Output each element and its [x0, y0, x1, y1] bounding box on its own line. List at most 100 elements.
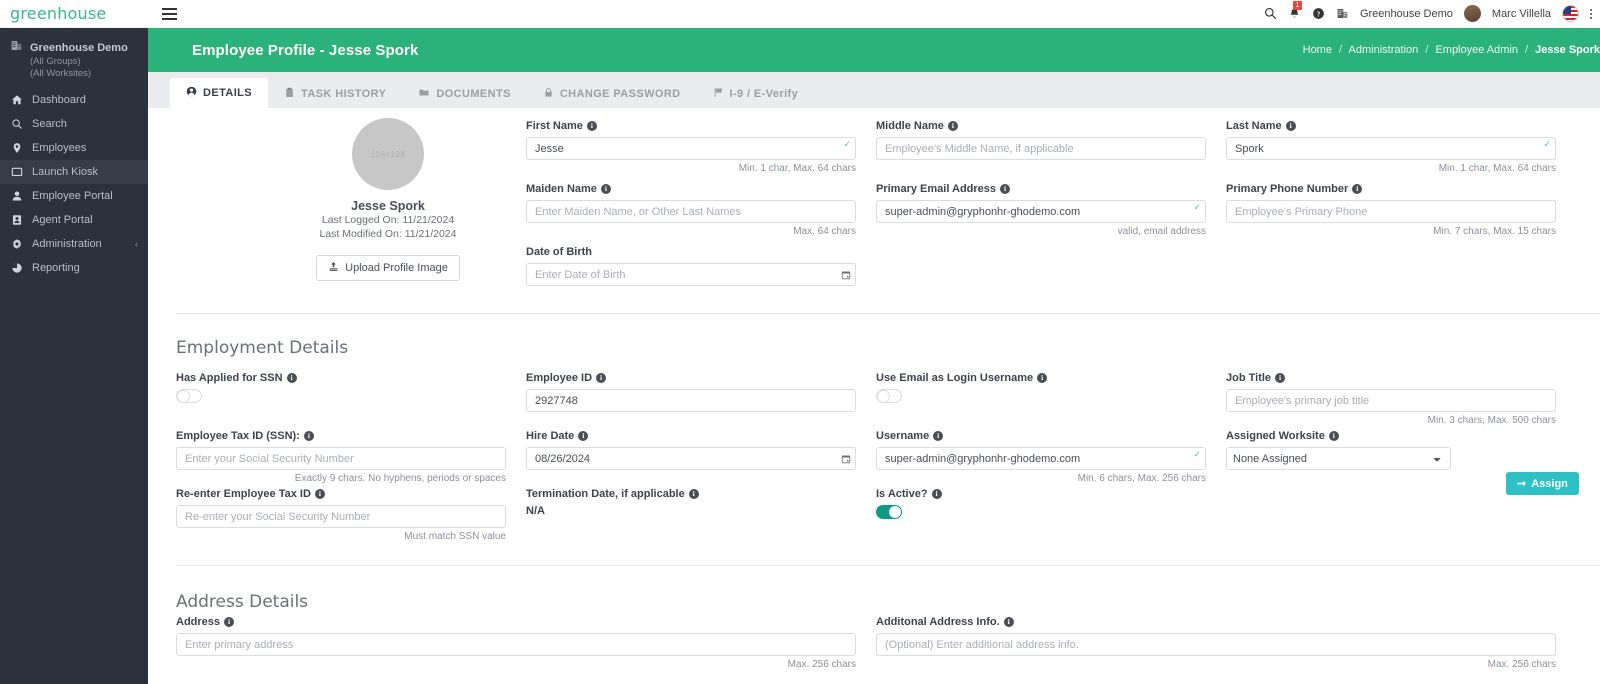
info-icon[interactable]: i — [1275, 373, 1286, 383]
employee-id-input[interactable] — [526, 389, 856, 412]
job-title-input[interactable] — [1226, 389, 1556, 412]
breadcrumb-item-employee-admin[interactable]: Employee Admin — [1435, 44, 1518, 56]
map-pin-icon — [10, 142, 23, 154]
org-name-label[interactable]: Greenhouse Demo — [1360, 8, 1453, 20]
primary-phone-input[interactable] — [1226, 200, 1556, 223]
user-icon — [10, 190, 23, 202]
folder-icon — [418, 87, 430, 101]
calendar-icon[interactable] — [836, 447, 856, 470]
sidebar-item-dashboard[interactable]: Dashboard — [0, 88, 148, 112]
assigned-worksite-label: Assigned Worksite i — [1226, 430, 1451, 442]
sidebar-org-block[interactable]: Greenhouse Demo (All Groups) (All Worksi… — [0, 28, 148, 88]
info-icon[interactable]: i — [933, 431, 944, 441]
chevron-left-icon[interactable]: ‹ — [135, 239, 138, 249]
sidebar-item-agent-portal[interactable]: Agent Portal — [0, 208, 148, 232]
assigned-worksite-field: Assigned Worksite i None Assigned — [1226, 430, 1451, 470]
profile-name: Jesse Spork — [351, 199, 425, 213]
info-icon[interactable]: i — [1285, 121, 1296, 131]
sidebar-item-employee-portal[interactable]: Employee Portal — [0, 184, 148, 208]
job-title-hint: Min. 3 chars, Max. 500 chars — [1427, 415, 1556, 426]
address-input[interactable] — [176, 633, 856, 656]
help-circle-icon[interactable]: ? — [1312, 7, 1325, 20]
assign-button[interactable]: ➞ Assign — [1506, 472, 1579, 495]
info-icon[interactable]: i — [1352, 184, 1363, 194]
breadcrumb-separator: / — [1339, 44, 1343, 56]
info-icon[interactable]: i — [947, 121, 958, 131]
sidebar-item-reporting[interactable]: Reporting — [0, 256, 148, 280]
maiden-name-label: Maiden Name i — [526, 183, 856, 195]
breadcrumb-item-home[interactable]: Home — [1303, 44, 1332, 56]
middle-name-input[interactable] — [876, 137, 1206, 160]
has-applied-ssn-label: Has Applied for SSN i — [176, 372, 476, 384]
job-title-field: Job Title i Min. 3 chars, Max. 500 chars — [1226, 372, 1556, 426]
app-logo[interactable]: greenhouse — [0, 4, 148, 23]
info-icon[interactable]: i — [600, 184, 611, 194]
top-bar-actions: 1 ? Greenhouse Demo Marc Villella — [1264, 0, 1600, 28]
id-card-icon — [10, 214, 23, 226]
profile-image-placeholder: 128×128 — [352, 118, 424, 190]
tab-documents[interactable]: DOCUMENTS — [402, 80, 527, 108]
tab-label: DOCUMENTS — [436, 88, 511, 100]
us-flag-icon[interactable] — [1562, 5, 1579, 22]
reenter-tax-id-input[interactable] — [176, 505, 506, 528]
maiden-name-input[interactable] — [526, 200, 856, 223]
tab-details[interactable]: DETAILS — [170, 78, 269, 108]
additional-address-label: Additonal Address Info. i — [876, 616, 1556, 628]
tab-change-password[interactable]: CHANGE PASSWORD — [527, 80, 697, 108]
info-icon[interactable]: i — [224, 617, 235, 627]
is-active-label: Is Active? i — [876, 488, 1206, 500]
info-icon[interactable]: i — [1000, 184, 1011, 194]
sidebar-item-label: Search — [32, 118, 67, 130]
calendar-icon[interactable] — [836, 263, 856, 286]
additional-address-input[interactable] — [876, 633, 1556, 656]
more-vertical-icon[interactable] — [1590, 8, 1592, 19]
info-icon[interactable]: i — [303, 431, 314, 441]
first-name-input[interactable] — [526, 137, 856, 160]
info-icon[interactable]: i — [1003, 617, 1014, 627]
use-email-login-field: Use Email as Login Username i — [876, 372, 1206, 403]
first-name-hint: Min. 1 char, Max. 64 chars — [738, 163, 856, 174]
tab-task-history[interactable]: TASK HISTORY — [268, 80, 402, 108]
info-icon[interactable]: i — [286, 373, 297, 383]
date-of-birth-input[interactable] — [526, 263, 856, 286]
tab-label: TASK HISTORY — [301, 88, 387, 100]
info-icon[interactable]: i — [578, 431, 589, 441]
info-icon[interactable]: i — [688, 489, 699, 499]
has-applied-ssn-toggle[interactable] — [176, 389, 202, 403]
sidebar-org-worksites: (All Worksites) — [30, 68, 92, 79]
hire-date-input[interactable] — [526, 447, 856, 470]
info-icon[interactable]: i — [596, 373, 607, 383]
search-icon[interactable] — [1264, 7, 1277, 20]
tab-i9-everify[interactable]: I-9 / E-Verify — [697, 80, 815, 108]
user-name-label[interactable]: Marc Villella — [1492, 8, 1551, 20]
assigned-worksite-select[interactable]: None Assigned — [1226, 447, 1451, 470]
info-icon[interactable]: i — [931, 489, 942, 499]
info-icon[interactable]: i — [1037, 373, 1048, 383]
upload-profile-image-button[interactable]: Upload Profile Image — [316, 255, 460, 281]
building-icon — [10, 39, 23, 80]
monitor-icon — [10, 166, 23, 178]
username-input[interactable] — [876, 447, 1206, 470]
bell-icon[interactable]: 1 — [1288, 1, 1302, 20]
last-name-input[interactable] — [1226, 137, 1556, 160]
sidebar-item-search[interactable]: Search — [0, 112, 148, 136]
primary-email-input[interactable] — [876, 200, 1206, 223]
breadcrumb-separator: / — [1525, 44, 1529, 56]
info-icon[interactable]: i — [1328, 431, 1339, 441]
info-icon[interactable]: i — [586, 121, 597, 131]
sidebar-item-administration[interactable]: Administration ‹ — [0, 232, 148, 256]
sidebar-item-employees[interactable]: Employees — [0, 136, 148, 160]
tax-id-input[interactable] — [176, 447, 506, 470]
tab-label: CHANGE PASSWORD — [559, 88, 681, 100]
use-email-login-toggle[interactable] — [876, 389, 902, 403]
termination-date-label: Termination Date, if applicable i — [526, 488, 856, 500]
avatar[interactable] — [1463, 5, 1481, 22]
is-active-toggle[interactable] — [876, 505, 902, 519]
employment-details-title: Employment Details — [176, 338, 349, 358]
sidebar-item-launch-kiosk[interactable]: Launch Kiosk — [0, 160, 148, 184]
info-icon[interactable]: i — [314, 489, 325, 499]
breadcrumb-item-administration[interactable]: Administration — [1349, 44, 1419, 56]
middle-name-label: Middle Name i — [876, 120, 1206, 132]
tax-id-hint: Exactly 9 chars. No hyphens, periods or … — [294, 473, 506, 484]
hamburger-icon[interactable] — [156, 3, 182, 25]
